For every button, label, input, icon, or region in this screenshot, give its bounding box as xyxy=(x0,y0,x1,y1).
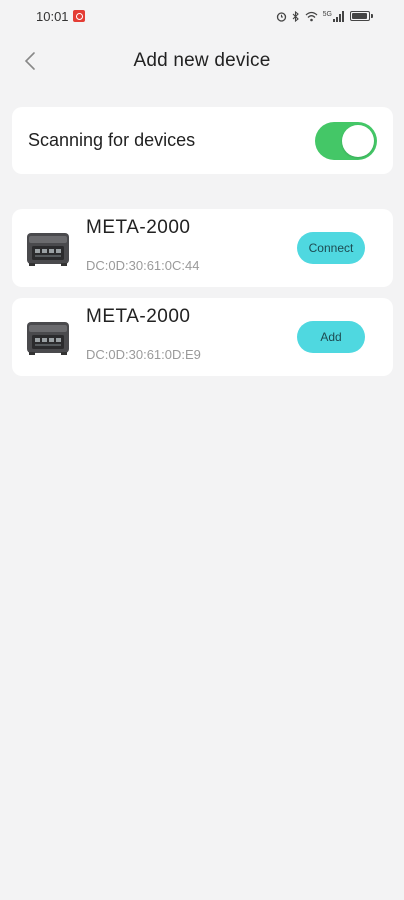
device-mac: DC:0D:30:61:0C:44 xyxy=(86,258,200,273)
alarm-icon xyxy=(276,11,286,22)
device-mac: DC:0D:30:61:0D:E9 xyxy=(86,347,201,362)
scan-card: Scanning for devices xyxy=(12,107,393,174)
power-station-icon xyxy=(27,233,69,266)
device-card[interactable]: META-2000 DC:0D:30:61:0D:E9 Add xyxy=(12,298,393,376)
network-type: 5G xyxy=(322,10,332,18)
status-time: 10:01 xyxy=(36,8,69,24)
status-icons: 5G xyxy=(276,10,373,22)
device-card[interactable]: META-2000 DC:0D:30:61:0C:44 Connect xyxy=(12,209,393,287)
page-title: Add new device xyxy=(133,50,271,71)
status-left: 10:01 xyxy=(36,9,85,24)
power-station-icon xyxy=(27,322,69,355)
device-name: META-2000 xyxy=(86,217,191,238)
add-button[interactable]: Add xyxy=(297,321,365,353)
device-name: META-2000 xyxy=(86,306,191,327)
battery-icon xyxy=(350,11,373,21)
signal-icon xyxy=(333,10,344,22)
header: Add new device xyxy=(0,38,404,84)
wifi-icon xyxy=(305,11,318,21)
back-button[interactable] xyxy=(16,46,44,76)
connect-button[interactable]: Connect xyxy=(297,232,365,264)
scan-toggle[interactable] xyxy=(315,121,377,160)
status-bar: 10:01 5G xyxy=(0,0,404,32)
notification-app-icon xyxy=(72,10,85,22)
bluetooth-icon xyxy=(292,10,299,22)
back-chevron-icon xyxy=(24,52,35,70)
scan-label: Scanning for devices xyxy=(28,130,196,150)
toggle-knob xyxy=(342,124,374,157)
